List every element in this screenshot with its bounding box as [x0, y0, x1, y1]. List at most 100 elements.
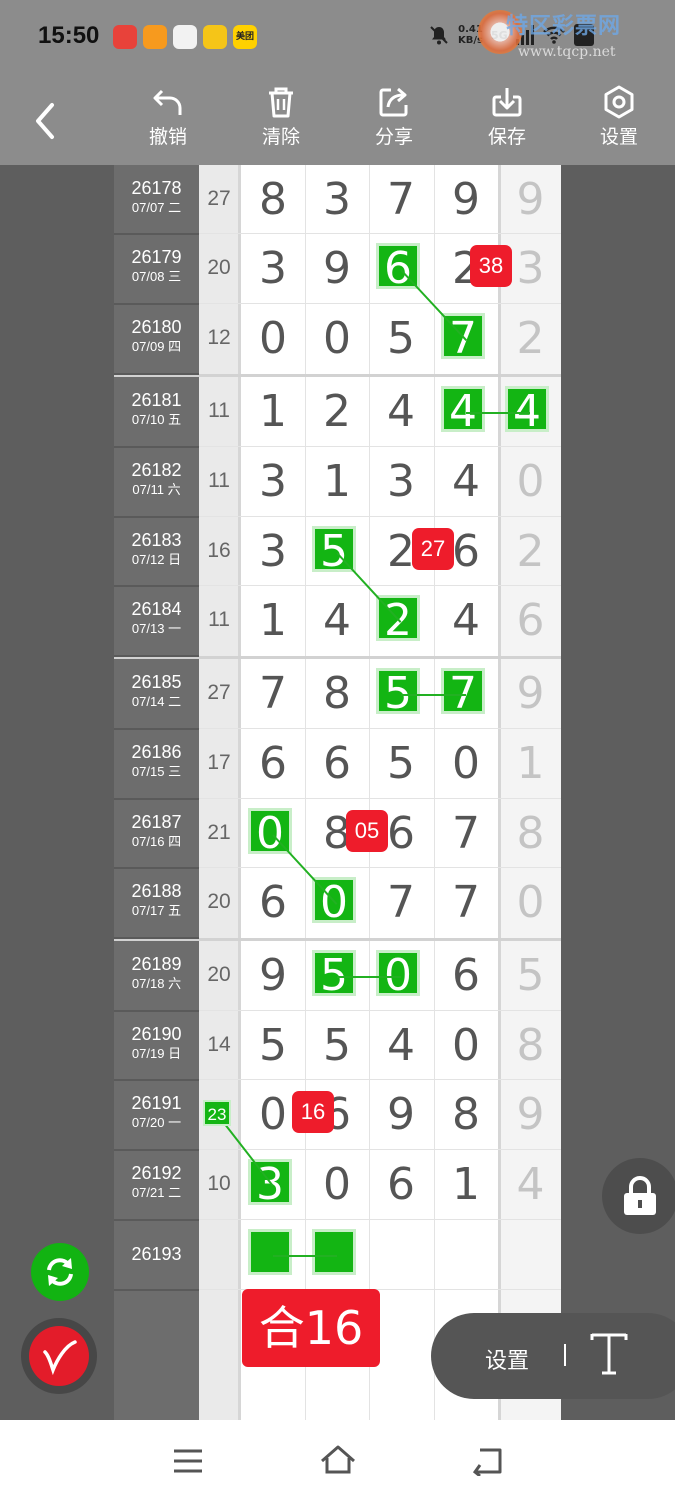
highlighted-digit[interactable] [248, 1229, 292, 1275]
digit-cell[interactable]: 9 [305, 244, 369, 294]
digit-cell[interactable]: 0 [305, 314, 369, 364]
table-row[interactable]: 2619207/21 二1030614 [114, 1150, 561, 1221]
save-button[interactable]: 保存 [467, 85, 547, 149]
home-icon[interactable] [319, 1444, 357, 1476]
text-T-icon[interactable] [589, 1331, 629, 1377]
highlighted-digit[interactable]: 7 [441, 668, 485, 717]
digit-cell[interactable]: 4 [369, 1020, 433, 1071]
digit-cell[interactable]: 1 [241, 387, 305, 437]
highlighted-digit[interactable]: 0 [376, 950, 420, 999]
highlighted-digit[interactable]: 4 [441, 386, 485, 435]
issue-date: 07/09 四 [131, 339, 182, 354]
issue-date: 07/12 日 [131, 552, 182, 567]
undo-icon [153, 89, 182, 115]
issue-number: 26180 [131, 317, 182, 337]
digit-cell[interactable]: 7 [369, 878, 433, 928]
text-settings-pill[interactable]: 设置 [431, 1313, 675, 1399]
text-settings-label[interactable]: 设置 [485, 1343, 529, 1375]
digit-cell[interactable]: 7 [434, 878, 498, 928]
digit-cell[interactable]: 0 [434, 1020, 498, 1071]
digit-cell[interactable]: 7 [369, 174, 433, 225]
back-nav-icon[interactable] [470, 1446, 504, 1476]
table-row[interactable]: 26186 07/15 三 17 6 6 5 0 1 [114, 729, 561, 800]
issue-cell: 26182 07/11 六 [114, 460, 199, 498]
clear-button[interactable]: 清除 [241, 85, 321, 149]
digit-cell[interactable]: 4 [305, 596, 369, 646]
settings-button[interactable]: 设置 [579, 85, 659, 149]
digit-cell[interactable]: 8 [241, 174, 305, 225]
digit-cell[interactable]: 7 [434, 808, 498, 859]
undo-button[interactable]: 撤销 [128, 85, 208, 149]
digit-cell[interactable]: 8 [305, 669, 369, 719]
digit-cell[interactable]: 5 [369, 739, 433, 789]
issue-number: 26187 [131, 812, 182, 832]
table-row[interactable]: 26193 [114, 1220, 561, 1291]
digit-cell[interactable]: 0 [305, 1160, 369, 1210]
table-row[interactable]: 2618407/13 一1114246 [114, 586, 561, 659]
table-row[interactable]: 26182 07/11 六 11 3 1 3 4 0 [114, 447, 561, 518]
issue-cell: 26191 07/20 一 [114, 1093, 199, 1131]
digit-cell[interactable]: 4 [434, 457, 498, 507]
digit-cell[interactable]: 3 [241, 526, 305, 577]
highlighted-digit[interactable]: 5 [312, 950, 356, 999]
back-button[interactable] [30, 99, 62, 143]
issue-number: 26179 [131, 247, 182, 267]
table-row[interactable]: 26191 07/20 一06989 [114, 1080, 561, 1151]
digit-cell[interactable]: 8 [434, 1090, 498, 1140]
digit-cell[interactable]: 1 [305, 457, 369, 507]
draw-button-inner[interactable] [29, 1326, 89, 1386]
digit-cell[interactable]: 6 [241, 739, 305, 789]
table-row[interactable]: 2618007/09 四1200572 [114, 304, 561, 377]
highlighted-digit[interactable]: 5 [376, 668, 420, 717]
issue-date: 07/07 二 [131, 200, 182, 215]
menu-icon[interactable] [172, 1448, 204, 1474]
digit-cell[interactable]: 4 [434, 596, 498, 646]
connector-line [466, 412, 530, 414]
sum-value: 14 [207, 1032, 231, 1056]
digit-cell[interactable]: 5 [241, 1020, 305, 1071]
digit-cell[interactable]: 2 [305, 387, 369, 437]
table-row[interactable]: 26187 07/16 四 21 0 8 6 7 8 [114, 799, 561, 869]
issue-cell: 26183 07/12 日 [114, 530, 199, 568]
digit-cell[interactable]: 6 [434, 951, 498, 1001]
lottery-grid[interactable]: 26178 07/07 二 27 8 3 7 9 9 26179 07/08 三 20 3 9 6 2 3 26… [114, 165, 561, 1420]
issue-date: 07/19 日 [131, 1046, 182, 1061]
highlighted-digit[interactable]: 4 [505, 386, 549, 435]
digit-cell[interactable]: 9 [434, 174, 498, 225]
digit-cell[interactable]: 9 [369, 1090, 433, 1140]
share-button[interactable]: 分享 [354, 85, 434, 149]
table-row[interactable]: 26185 07/14 二 27 7 8 5 7 9 [114, 659, 561, 730]
digit-cell[interactable]: 5 [369, 314, 433, 364]
digit-cell[interactable]: 1 [434, 1160, 498, 1210]
digit-cell[interactable]: 3 [241, 244, 305, 294]
digit-cell[interactable]: 5 [305, 1020, 369, 1071]
digit-cell[interactable]: 0 [434, 739, 498, 789]
digit-cell[interactable]: 3 [305, 174, 369, 225]
digit-cell[interactable]: 4 [369, 387, 433, 437]
digit-cell[interactable]: 6 [305, 739, 369, 789]
lock-button[interactable] [602, 1158, 675, 1234]
digit-cell[interactable]: 3 [369, 457, 433, 507]
draw-button[interactable] [21, 1318, 97, 1394]
issue-cell: 26178 07/07 二 [114, 178, 199, 216]
digit-cell[interactable]: 6 [241, 878, 305, 928]
digit-cell[interactable]: 1 [241, 596, 305, 646]
highlighted-digit[interactable] [312, 1229, 356, 1275]
table-row[interactable]: 26190 07/19 日 14 5 5 4 0 8 [114, 1011, 561, 1081]
table-row[interactable]: 26178 07/07 二 27 8 3 7 9 9 [114, 165, 561, 235]
issue-date: 07/21 二 [131, 1185, 182, 1200]
digit-cell[interactable]: 9 [241, 951, 305, 1001]
digit-cell[interactable]: 0 [241, 314, 305, 364]
notification-icons: 美团 [113, 25, 257, 49]
digit-cell[interactable]: 6 [369, 1160, 433, 1210]
issue-number: 26178 [131, 178, 182, 198]
issue-date: 07/14 二 [131, 694, 182, 709]
digit-cell[interactable]: 3 [241, 457, 305, 507]
sum-value: 20 [207, 256, 231, 279]
issue-cell: 26185 07/14 二 [114, 672, 199, 710]
refresh-button[interactable] [31, 1243, 89, 1301]
issue-cell: 26189 07/18 六 [114, 954, 199, 992]
digit-cell[interactable]: 7 [241, 669, 305, 719]
sum-value: 20 [207, 890, 231, 913]
sum-value: 21 [207, 820, 231, 844]
